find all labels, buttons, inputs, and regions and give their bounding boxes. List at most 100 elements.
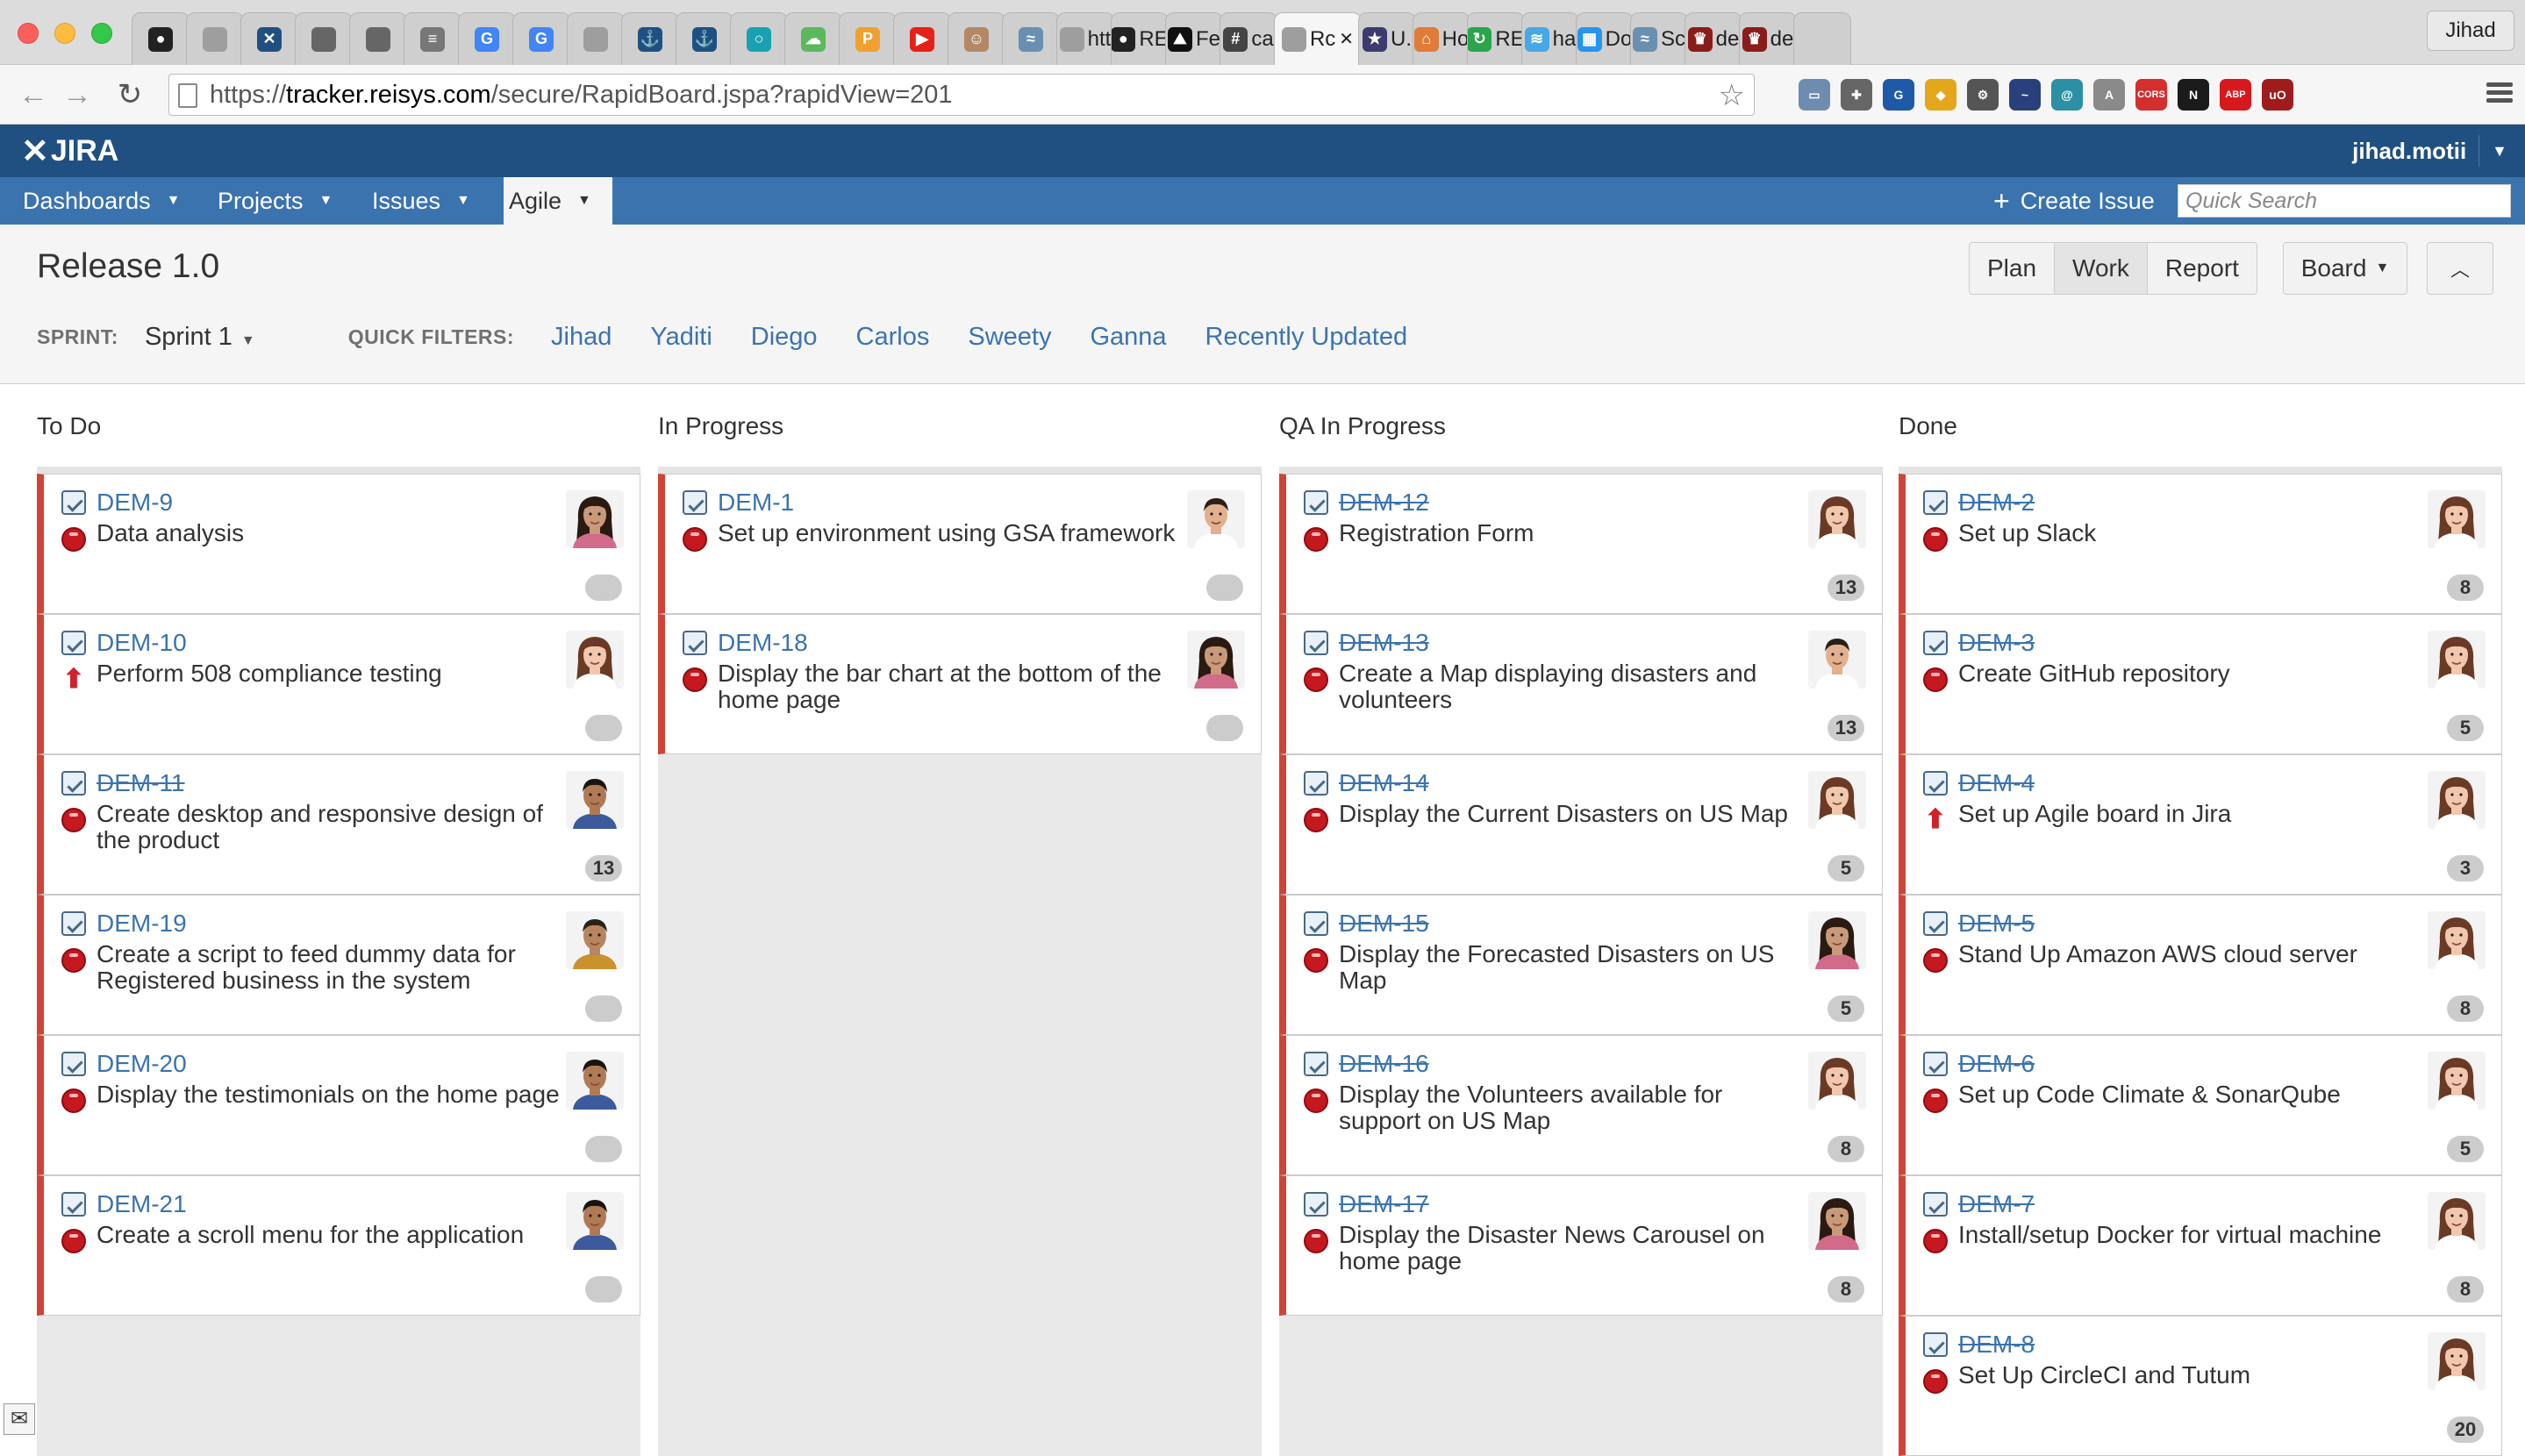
issue-key-link[interactable]: DEM-21 — [97, 1190, 187, 1218]
nav-dashboards[interactable]: Dashboards ▼ — [23, 177, 198, 225]
avatar[interactable] — [2428, 911, 2486, 969]
browser-tab[interactable]: ↻ RE — [1467, 12, 1525, 65]
browser-tab[interactable] — [1793, 12, 1851, 65]
chevron-down-icon[interactable]: ▼ — [319, 193, 333, 209]
issue-key-link[interactable]: DEM-2 — [1958, 489, 2035, 517]
quick-filter-recently-updated[interactable]: Recently Updated — [1205, 323, 1426, 352]
avatar[interactable] — [1808, 1192, 1866, 1250]
create-issue-button[interactable]: + Create Issue — [1993, 177, 2155, 225]
issue-key-link[interactable]: DEM-8 — [1958, 1331, 2035, 1359]
browser-tab[interactable]: ⚓ — [621, 12, 679, 65]
swirl-icon[interactable]: @ — [2051, 79, 2083, 111]
issue-key-link[interactable]: DEM-11 — [97, 769, 185, 797]
issue-card[interactable]: DEM-5 Stand Up Amazon AWS cloud server 8 — [1899, 895, 2502, 1035]
browser-tab[interactable] — [186, 12, 244, 65]
avatar[interactable] — [566, 1052, 624, 1110]
avatar[interactable] — [1187, 631, 1245, 689]
browser-tab[interactable]: ▶ — [893, 12, 951, 65]
issue-card[interactable]: DEM-13 Create a Map displaying disasters … — [1279, 614, 1883, 754]
quick-filter-carlos[interactable]: Carlos — [856, 323, 948, 352]
mode-report-button[interactable]: Report — [2146, 243, 2257, 294]
issue-key-link[interactable]: DEM-20 — [97, 1050, 187, 1078]
browser-tab[interactable]: ♛ de — [1685, 12, 1742, 65]
back-button[interactable]: ← — [16, 77, 51, 112]
settings-icon[interactable]: ⚙ — [1967, 79, 1999, 111]
browser-tab[interactable]: # ca — [1220, 12, 1277, 65]
url-text[interactable]: https://tracker.reisys.com/secure/RapidB… — [210, 75, 953, 115]
issue-key-link[interactable]: DEM-3 — [1958, 629, 2035, 657]
issue-card[interactable]: DEM-3 Create GitHub repository 5 — [1899, 614, 2502, 754]
lemon-icon[interactable]: ◆ — [1925, 79, 1956, 111]
browser-tab[interactable]: ≈ — [1002, 12, 1060, 65]
quick-filter-yaditi[interactable]: Yaditi — [650, 323, 729, 352]
browser-tab[interactable] — [349, 12, 407, 65]
browser-tab[interactable]: ▦ Do — [1576, 12, 1634, 65]
browser-tab[interactable]: ♛ de — [1739, 12, 1797, 65]
browser-tab[interactable]: htt — [1056, 12, 1114, 65]
issue-key-link[interactable]: DEM-1 — [718, 489, 794, 517]
browser-tab[interactable]: ○ — [730, 12, 788, 65]
reload-button[interactable]: ↻ — [112, 77, 147, 112]
jira-logo[interactable]: ✕ JIRA — [21, 133, 118, 170]
issue-card[interactable]: DEM-15 Display the Forecasted Disasters o… — [1279, 895, 1883, 1035]
quick-filter-jihad[interactable]: Jihad — [551, 323, 629, 352]
window-close-button[interactable] — [18, 23, 39, 44]
wave-icon[interactable]: ~ — [2009, 79, 2041, 111]
close-tab-icon[interactable]: ✕ — [1339, 28, 1354, 50]
avatar[interactable] — [1808, 771, 1866, 829]
avatar[interactable] — [566, 911, 624, 969]
sprint-selector[interactable]: Sprint 1 ▼ — [145, 323, 255, 352]
browser-tab[interactable] — [567, 12, 625, 65]
browser-tab[interactable]: G — [458, 12, 516, 65]
ublock-icon[interactable]: uO — [2262, 79, 2293, 111]
issue-card[interactable]: DEM-8 Set Up CircleCI and Tutum 20 — [1899, 1316, 2502, 1456]
browser-tab[interactable] — [295, 12, 353, 65]
browser-tab[interactable]: ☺ — [948, 12, 1005, 65]
adblock-icon[interactable]: ABP — [2220, 79, 2251, 111]
chevron-down-icon[interactable]: ▼ — [167, 193, 181, 209]
issue-key-link[interactable]: DEM-18 — [718, 629, 808, 657]
address-bar[interactable]: https://tracker.reisys.com/secure/RapidB… — [168, 74, 1755, 116]
browser-tab[interactable]: ☁ — [784, 12, 842, 65]
browser-tab[interactable]: ⌂ Ho — [1413, 12, 1470, 65]
screen-icon[interactable]: ▭ — [1799, 79, 1830, 111]
avatar[interactable] — [1187, 490, 1245, 548]
issue-card[interactable]: DEM-14 Display the Current Disasters on U… — [1279, 754, 1883, 895]
issue-key-link[interactable]: DEM-16 — [1339, 1050, 1429, 1078]
issue-card[interactable]: DEM-18 Display the bar chart at the botto… — [658, 614, 1262, 754]
avatar[interactable] — [1808, 1052, 1866, 1110]
issue-card[interactable]: DEM-6 Set up Code Climate & SonarQube 5 — [1899, 1035, 2502, 1175]
avatar[interactable] — [1808, 911, 1866, 969]
board-menu-button[interactable]: Board ▼ — [2283, 242, 2407, 295]
issue-card[interactable]: DEM-19 Create a script to feed dummy data… — [37, 895, 640, 1035]
quick-filter-sweety[interactable]: Sweety — [968, 323, 1069, 352]
issue-card[interactable]: DEM-16 Display the Volunteers available f… — [1279, 1035, 1883, 1175]
collapse-header-button[interactable]: ︿ — [2427, 242, 2493, 295]
browser-tab[interactable]: P — [839, 12, 897, 65]
browser-tab[interactable]: ★ U. — [1358, 12, 1416, 65]
avatar[interactable] — [2428, 631, 2486, 689]
browser-tab[interactable]: ≋ ha — [1521, 12, 1579, 65]
issue-card[interactable]: DEM-11 Create desktop and responsive desi… — [37, 754, 640, 895]
avatar[interactable] — [566, 631, 624, 689]
issue-card[interactable]: DEM-4 ⬆ Set up Agile board in Jira 3 — [1899, 754, 2502, 895]
issue-card[interactable]: DEM-17 Display the Disaster News Carousel… — [1279, 1175, 1883, 1316]
issue-key-link[interactable]: DEM-9 — [97, 489, 173, 517]
issue-card[interactable]: DEM-21 Create a scroll menu for the appli… — [37, 1175, 640, 1316]
nav-agile[interactable]: Agile ▼ — [504, 177, 612, 225]
avatar[interactable] — [1808, 490, 1866, 548]
browser-tab[interactable]: ⛰ Fe — [1165, 12, 1223, 65]
bookmark-star-icon[interactable]: ☆ — [1719, 78, 1745, 113]
wrench-icon[interactable]: ✚ — [1841, 79, 1872, 111]
ghostery-icon[interactable]: G — [1883, 79, 1914, 111]
issue-key-link[interactable]: DEM-13 — [1339, 629, 1429, 657]
user-menu[interactable]: jihad.motii ▼ — [2352, 125, 2507, 177]
issue-key-link[interactable]: DEM-12 — [1339, 489, 1429, 517]
cors-icon[interactable]: CORS — [2135, 79, 2167, 111]
browser-tab[interactable]: G — [512, 12, 570, 65]
nav-issues[interactable]: Issues ▼ — [372, 177, 477, 225]
avatar[interactable] — [2428, 1332, 2486, 1390]
mode-work-button[interactable]: Work — [2054, 243, 2147, 294]
avatar[interactable] — [566, 490, 624, 548]
n-icon[interactable]: N — [2178, 79, 2209, 111]
